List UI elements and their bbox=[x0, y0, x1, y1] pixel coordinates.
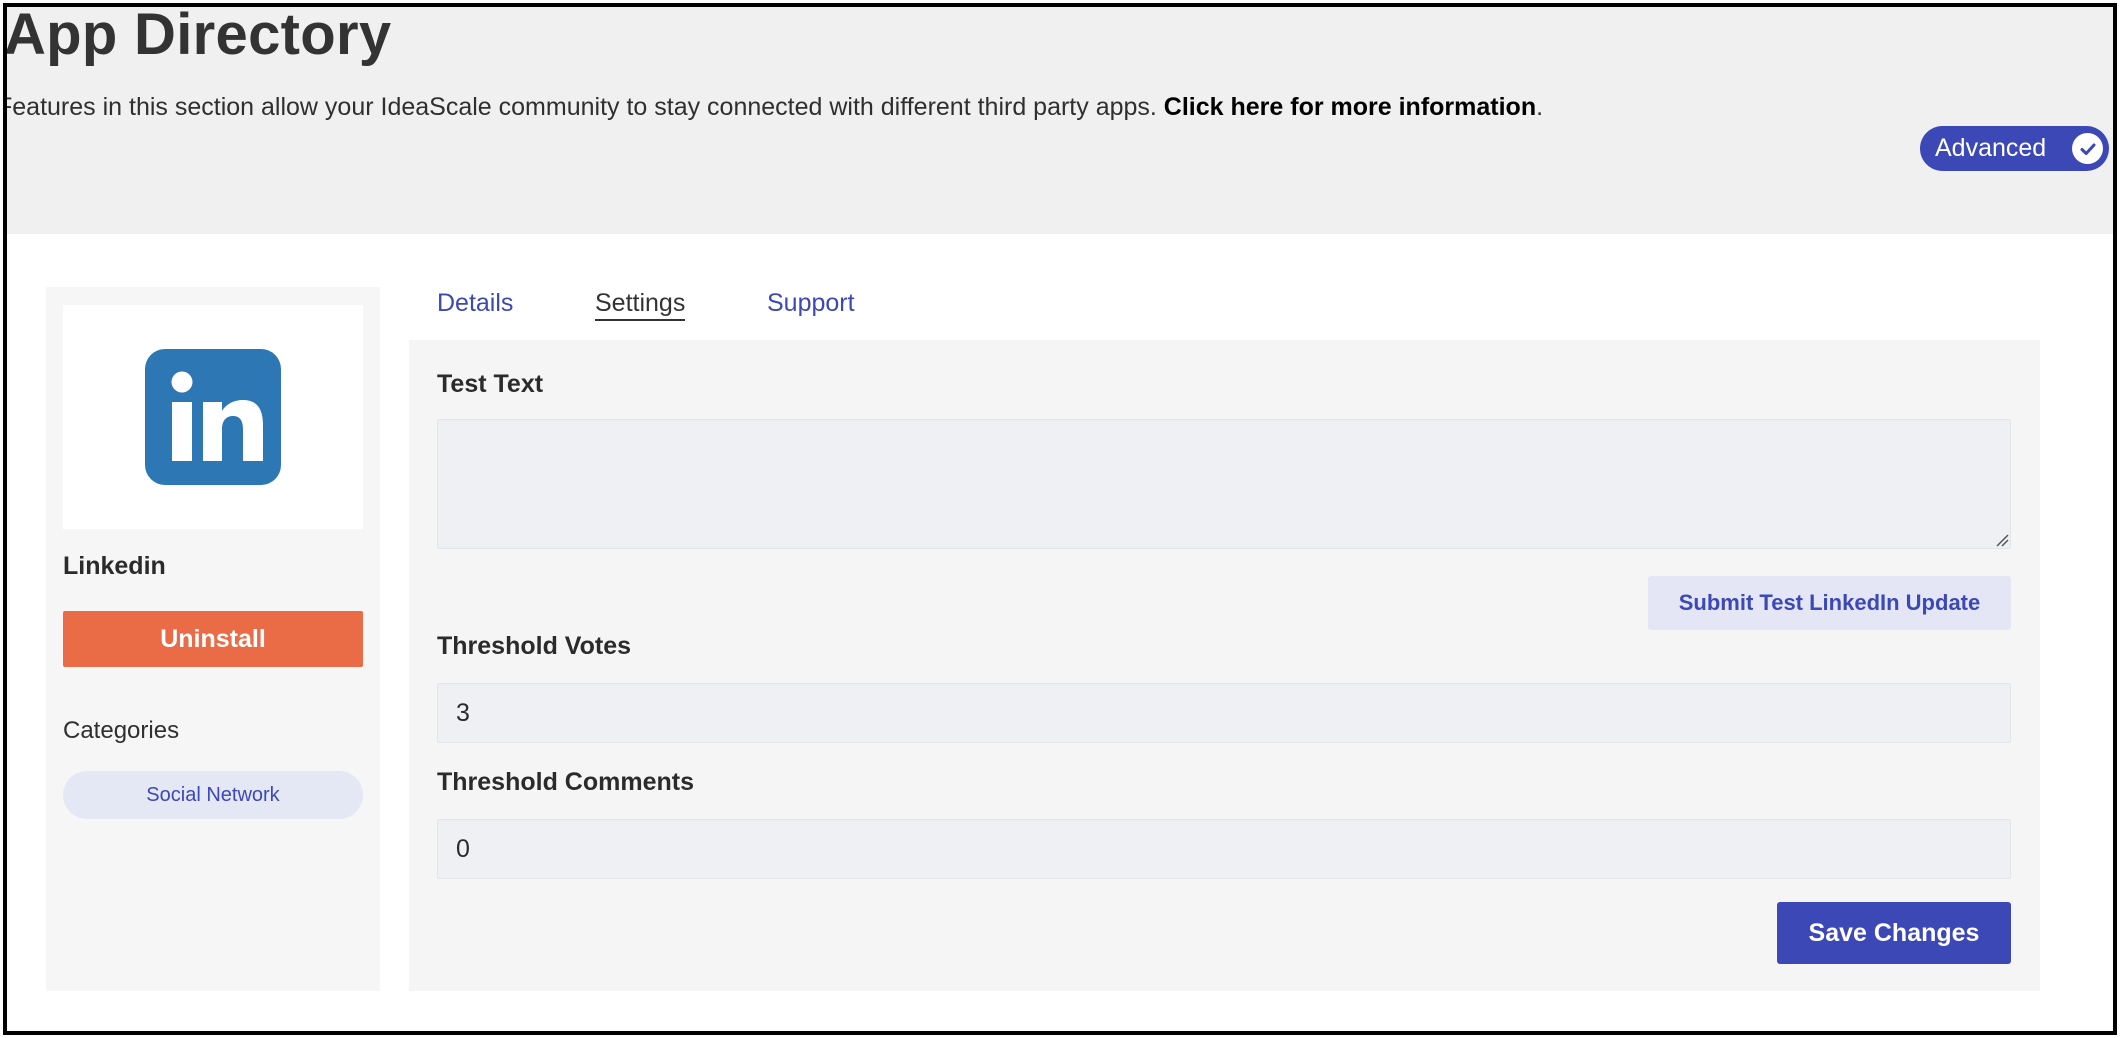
uninstall-button[interactable]: Uninstall bbox=[63, 611, 363, 667]
resize-grip-icon[interactable] bbox=[1995, 533, 2009, 547]
tab-details[interactable]: Details bbox=[437, 289, 513, 318]
app-frame: App Directory Features in this section a… bbox=[3, 3, 2117, 1035]
page-title: App Directory bbox=[4, 3, 392, 67]
threshold-comments-input[interactable] bbox=[437, 819, 2011, 879]
page-header: App Directory Features in this section a… bbox=[7, 7, 2113, 234]
intro-description: Features in this section allow your Idea… bbox=[3, 93, 1164, 121]
advanced-badge: Advanced bbox=[1920, 126, 2109, 171]
more-info-link[interactable]: Click here for more information bbox=[1164, 93, 1536, 121]
threshold-comments-label: Threshold Comments bbox=[437, 768, 694, 796]
advanced-badge-label: Advanced bbox=[1935, 134, 2047, 162]
app-name: Linkedin bbox=[63, 552, 166, 580]
test-text-field[interactable] bbox=[437, 419, 2011, 549]
category-chip[interactable]: Social Network bbox=[63, 771, 363, 819]
intro-period: . bbox=[1536, 93, 1544, 121]
check-circle-icon bbox=[2072, 133, 2103, 164]
tab-support[interactable]: Support bbox=[767, 289, 855, 318]
submit-test-update-button[interactable]: Submit Test LinkedIn Update bbox=[1648, 576, 2011, 630]
intro-text: Features in this section allow your Idea… bbox=[3, 93, 1544, 122]
threshold-votes-input[interactable] bbox=[437, 683, 2011, 743]
tab-settings[interactable]: Settings bbox=[595, 289, 686, 321]
categories-label: Categories bbox=[63, 717, 180, 744]
settings-panel: Test Text Submit Test LinkedIn Update Th… bbox=[409, 340, 2040, 991]
app-sidebar: Linkedin Uninstall Categories Social Net… bbox=[46, 287, 380, 991]
save-changes-button[interactable]: Save Changes bbox=[1777, 902, 2011, 964]
threshold-votes-label: Threshold Votes bbox=[437, 632, 632, 660]
app-logo-card bbox=[63, 305, 363, 529]
test-text-label: Test Text bbox=[437, 370, 544, 398]
linkedin-logo-icon bbox=[145, 349, 281, 485]
